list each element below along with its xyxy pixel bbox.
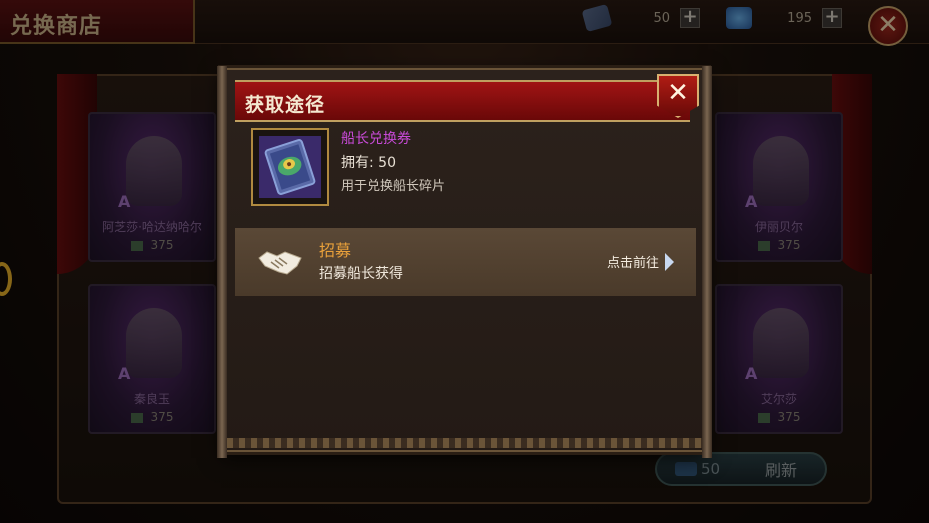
arrow-right-icon bbox=[665, 252, 675, 271]
handshake-icon bbox=[258, 251, 302, 275]
captain-voucher-icon bbox=[259, 136, 321, 198]
source-description: 招募船长获得 bbox=[319, 266, 403, 282]
source-row-recruit[interactable]: 招募 招募船长获得 点击前往 bbox=[235, 228, 696, 296]
popup-title: 获取途径 bbox=[245, 94, 326, 116]
popup-footer-border bbox=[227, 438, 702, 448]
goto-label: 点击前往 bbox=[607, 256, 660, 271]
popup-close-button[interactable]: ✕ bbox=[657, 74, 699, 118]
frame-pillar-left bbox=[217, 66, 227, 458]
frame-pillar-right bbox=[702, 66, 712, 458]
item-owned-count: 拥有: 50 bbox=[341, 155, 396, 171]
item-name: 船长兑换券 bbox=[341, 131, 411, 147]
goto-recruit-link[interactable]: 点击前往 bbox=[607, 252, 675, 271]
popup-header: 获取途径 ✕ bbox=[235, 74, 699, 122]
acquire-source-popup: 获取途径 ✕ 船长兑换券 拥有: 50 用于兑换船长碎片 招募 招募船长获得 点… bbox=[217, 66, 712, 458]
item-description: 用于兑换船长碎片 bbox=[341, 179, 446, 194]
source-title: 招募 bbox=[319, 241, 352, 260]
item-frame bbox=[251, 128, 329, 206]
